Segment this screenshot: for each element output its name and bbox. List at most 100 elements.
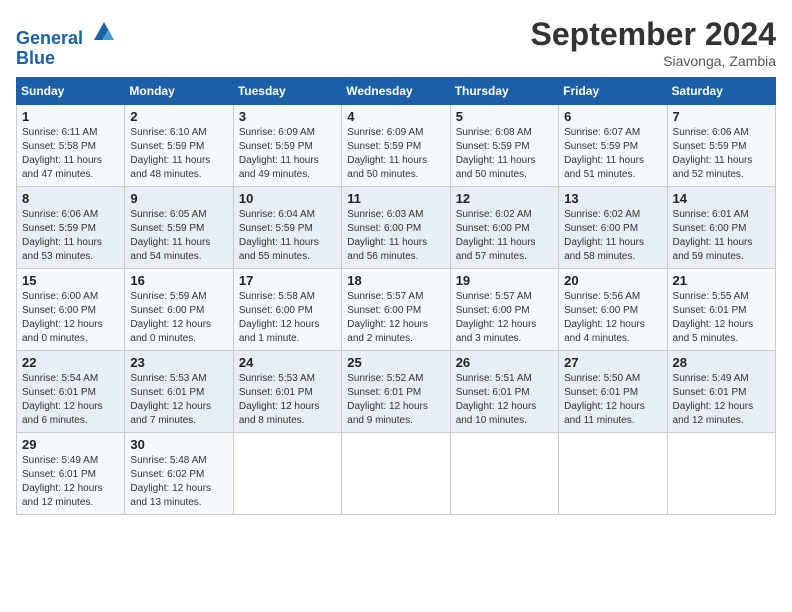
day-number: 20 [564, 273, 661, 288]
day-info: Sunrise: 5:53 AMSunset: 6:01 PMDaylight:… [130, 372, 227, 428]
calendar-cell: 3 Sunrise: 6:09 AMSunset: 5:59 PMDaylight… [233, 105, 341, 187]
day-number: 7 [673, 109, 770, 124]
day-info: Sunrise: 6:03 AMSunset: 6:00 PMDaylight:… [347, 208, 444, 264]
day-number: 6 [564, 109, 661, 124]
calendar-cell: 17 Sunrise: 5:58 AMSunset: 6:00 PMDayligh… [233, 269, 341, 351]
calendar-cell: 20 Sunrise: 5:56 AMSunset: 6:00 PMDayligh… [559, 269, 667, 351]
day-number: 29 [22, 437, 119, 452]
calendar-cell: 1 Sunrise: 6:11 AMSunset: 5:58 PMDaylight… [17, 105, 125, 187]
day-number: 9 [130, 191, 227, 206]
day-info: Sunrise: 5:58 AMSunset: 6:00 PMDaylight:… [239, 290, 336, 346]
day-of-week-friday: Friday [559, 78, 667, 105]
page-header: General Blue September 2024 Siavonga, Za… [16, 16, 776, 69]
day-number: 16 [130, 273, 227, 288]
day-number: 21 [673, 273, 770, 288]
logo: General Blue [16, 16, 118, 69]
day-of-week-sunday: Sunday [17, 78, 125, 105]
calendar-cell: 9 Sunrise: 6:05 AMSunset: 5:59 PMDaylight… [125, 187, 233, 269]
day-info: Sunrise: 6:08 AMSunset: 5:59 PMDaylight:… [456, 126, 553, 182]
day-info: Sunrise: 5:57 AMSunset: 6:00 PMDaylight:… [347, 290, 444, 346]
day-info: Sunrise: 5:59 AMSunset: 6:00 PMDaylight:… [130, 290, 227, 346]
day-number: 17 [239, 273, 336, 288]
calendar-cell: 8 Sunrise: 6:06 AMSunset: 5:59 PMDaylight… [17, 187, 125, 269]
day-info: Sunrise: 6:11 AMSunset: 5:58 PMDaylight:… [22, 126, 119, 182]
title-area: September 2024 Siavonga, Zambia [531, 16, 776, 69]
location-subtitle: Siavonga, Zambia [531, 53, 776, 69]
calendar-cell: 15Sunrise: 6:00 AMSunset: 6:00 PMDayligh… [17, 269, 125, 351]
day-number: 8 [22, 191, 119, 206]
day-number: 3 [239, 109, 336, 124]
day-number: 25 [347, 355, 444, 370]
day-number: 23 [130, 355, 227, 370]
day-number: 28 [673, 355, 770, 370]
day-info: Sunrise: 5:55 AMSunset: 6:01 PMDaylight:… [673, 290, 770, 346]
day-info: Sunrise: 5:53 AMSunset: 6:01 PMDaylight:… [239, 372, 336, 428]
day-info: Sunrise: 5:48 AMSunset: 6:02 PMDaylight:… [130, 454, 227, 510]
day-info: Sunrise: 6:09 AMSunset: 5:59 PMDaylight:… [347, 126, 444, 182]
day-info: Sunrise: 5:56 AMSunset: 6:00 PMDaylight:… [564, 290, 661, 346]
calendar-cell: 13Sunrise: 6:02 AMSunset: 6:00 PMDayligh… [559, 187, 667, 269]
day-number: 24 [239, 355, 336, 370]
calendar-cell: 22Sunrise: 5:54 AMSunset: 6:01 PMDayligh… [17, 351, 125, 433]
calendar-table: SundayMondayTuesdayWednesdayThursdayFrid… [16, 77, 776, 515]
calendar-cell [450, 433, 558, 515]
day-number: 12 [456, 191, 553, 206]
day-info: Sunrise: 6:06 AMSunset: 5:59 PMDaylight:… [22, 208, 119, 264]
day-of-week-wednesday: Wednesday [342, 78, 450, 105]
calendar-cell: 4 Sunrise: 6:09 AMSunset: 5:59 PMDaylight… [342, 105, 450, 187]
calendar-cell [342, 433, 450, 515]
day-info: Sunrise: 6:05 AMSunset: 5:59 PMDaylight:… [130, 208, 227, 264]
day-number: 27 [564, 355, 661, 370]
calendar-cell: 27 Sunrise: 5:50 AMSunset: 6:01 PMDayligh… [559, 351, 667, 433]
day-info: Sunrise: 5:51 AMSunset: 6:01 PMDaylight:… [456, 372, 553, 428]
calendar-cell [559, 433, 667, 515]
day-info: Sunrise: 5:49 AMSunset: 6:01 PMDaylight:… [22, 454, 119, 510]
calendar-cell: 21 Sunrise: 5:55 AMSunset: 6:01 PMDayligh… [667, 269, 775, 351]
day-of-week-tuesday: Tuesday [233, 78, 341, 105]
calendar-cell: 2Sunrise: 6:10 AMSunset: 5:59 PMDaylight… [125, 105, 233, 187]
calendar-header-row: SundayMondayTuesdayWednesdayThursdayFrid… [17, 78, 776, 105]
calendar-week-row: 22Sunrise: 5:54 AMSunset: 6:01 PMDayligh… [17, 351, 776, 433]
calendar-cell: 28 Sunrise: 5:49 AMSunset: 6:01 PMDayligh… [667, 351, 775, 433]
logo-general: General [16, 28, 83, 48]
calendar-cell [233, 433, 341, 515]
day-number: 10 [239, 191, 336, 206]
calendar-cell: 6 Sunrise: 6:07 AMSunset: 5:59 PMDaylight… [559, 105, 667, 187]
day-number: 14 [673, 191, 770, 206]
calendar-week-row: 15Sunrise: 6:00 AMSunset: 6:00 PMDayligh… [17, 269, 776, 351]
day-info: Sunrise: 6:07 AMSunset: 5:59 PMDaylight:… [564, 126, 661, 182]
calendar-cell: 14 Sunrise: 6:01 AMSunset: 6:00 PMDayligh… [667, 187, 775, 269]
day-number: 11 [347, 191, 444, 206]
day-info: Sunrise: 5:52 AMSunset: 6:01 PMDaylight:… [347, 372, 444, 428]
calendar-cell: 11 Sunrise: 6:03 AMSunset: 6:00 PMDayligh… [342, 187, 450, 269]
day-info: Sunrise: 5:54 AMSunset: 6:01 PMDaylight:… [22, 372, 119, 428]
calendar-week-row: 8 Sunrise: 6:06 AMSunset: 5:59 PMDaylight… [17, 187, 776, 269]
calendar-cell: 19 Sunrise: 5:57 AMSunset: 6:00 PMDayligh… [450, 269, 558, 351]
calendar-cell: 5 Sunrise: 6:08 AMSunset: 5:59 PMDaylight… [450, 105, 558, 187]
calendar-cell: 25 Sunrise: 5:52 AMSunset: 6:01 PMDayligh… [342, 351, 450, 433]
day-number: 18 [347, 273, 444, 288]
calendar-cell: 7 Sunrise: 6:06 AMSunset: 5:59 PMDaylight… [667, 105, 775, 187]
calendar-week-row: 29 Sunrise: 5:49 AMSunset: 6:01 PMDayligh… [17, 433, 776, 515]
logo-blue: Blue [16, 48, 55, 68]
calendar-cell: 29 Sunrise: 5:49 AMSunset: 6:01 PMDayligh… [17, 433, 125, 515]
calendar-cell: 24 Sunrise: 5:53 AMSunset: 6:01 PMDayligh… [233, 351, 341, 433]
day-info: Sunrise: 5:49 AMSunset: 6:01 PMDaylight:… [673, 372, 770, 428]
day-info: Sunrise: 5:50 AMSunset: 6:01 PMDaylight:… [564, 372, 661, 428]
calendar-cell: 10 Sunrise: 6:04 AMSunset: 5:59 PMDayligh… [233, 187, 341, 269]
calendar-cell: 18 Sunrise: 5:57 AMSunset: 6:00 PMDayligh… [342, 269, 450, 351]
calendar-cell: 12 Sunrise: 6:02 AMSunset: 6:00 PMDayligh… [450, 187, 558, 269]
day-info: Sunrise: 6:01 AMSunset: 6:00 PMDaylight:… [673, 208, 770, 264]
day-info: Sunrise: 6:06 AMSunset: 5:59 PMDaylight:… [673, 126, 770, 182]
day-number: 1 [22, 109, 119, 124]
day-number: 4 [347, 109, 444, 124]
day-info: Sunrise: 5:57 AMSunset: 6:00 PMDaylight:… [456, 290, 553, 346]
day-number: 19 [456, 273, 553, 288]
day-info: Sunrise: 6:02 AMSunset: 6:00 PMDaylight:… [456, 208, 553, 264]
day-number: 5 [456, 109, 553, 124]
day-info: Sunrise: 6:04 AMSunset: 5:59 PMDaylight:… [239, 208, 336, 264]
day-info: Sunrise: 6:09 AMSunset: 5:59 PMDaylight:… [239, 126, 336, 182]
day-number: 26 [456, 355, 553, 370]
calendar-week-row: 1 Sunrise: 6:11 AMSunset: 5:58 PMDaylight… [17, 105, 776, 187]
calendar-cell: 26 Sunrise: 5:51 AMSunset: 6:01 PMDayligh… [450, 351, 558, 433]
